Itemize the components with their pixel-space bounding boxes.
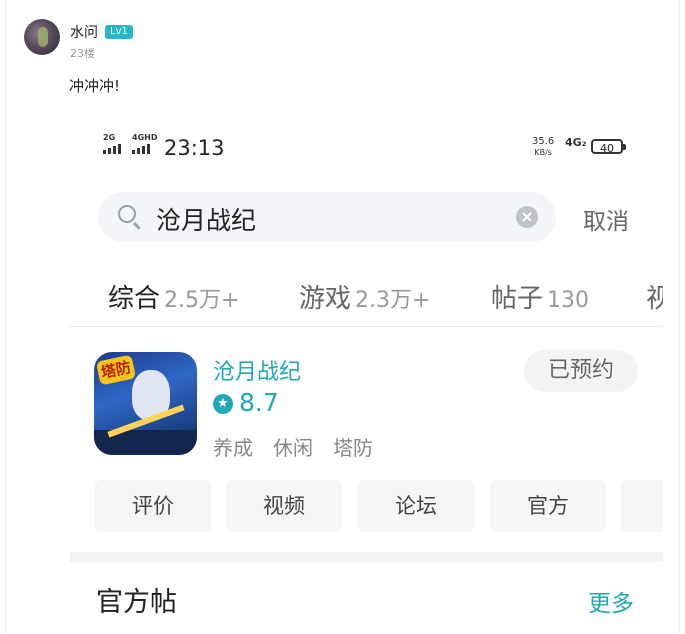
network-speed: 35.6 KB/s — [532, 136, 554, 158]
quick-links: 评价 视频 论坛 官方 测 — [95, 480, 663, 532]
chip-videos[interactable]: 视频 — [226, 480, 342, 532]
tab-count: 2.5万+ — [164, 288, 240, 313]
signal-bars-icon — [132, 144, 150, 154]
post-text: 冲冲冲! — [69, 77, 121, 95]
tab-games[interactable]: 游戏 2.3万+ — [299, 278, 430, 315]
avatar[interactable] — [24, 19, 60, 55]
tab-label: 综合 — [108, 284, 161, 314]
level-badge: Lv1 — [105, 25, 133, 39]
game-rating: 8.7 — [239, 388, 279, 417]
chip-reviews[interactable]: 评价 — [95, 480, 211, 532]
result-tabs: 综合 2.5万+ 游戏 2.3万+ 帖子 130 视 — [70, 272, 663, 322]
section-title: 官方帖 — [96, 587, 177, 618]
tab-label: 帖子 — [491, 284, 544, 314]
cancel-button[interactable]: 取消 — [583, 202, 629, 236]
search-bar[interactable]: 沧月战纪 × — [98, 192, 556, 242]
tab-count: 2.3万+ — [355, 288, 431, 313]
status-time: 23:13 — [164, 136, 225, 160]
tab-videos[interactable]: 视 — [646, 278, 663, 315]
game-tags: 养成 休闲 塔防 — [213, 432, 373, 461]
floor-number: 23楼 — [70, 47, 95, 60]
tab-label: 游戏 — [299, 284, 352, 314]
chip-test[interactable]: 测 — [621, 480, 663, 532]
tab-label: 视 — [646, 284, 663, 314]
frame-border-left — [5, 0, 6, 634]
sim1-label: 2G — [103, 133, 116, 142]
tag[interactable]: 养成 — [213, 432, 253, 461]
reserved-button[interactable]: 已预约 — [524, 350, 638, 392]
chip-forum[interactable]: 论坛 — [358, 480, 474, 532]
signal-bars-icon — [103, 144, 121, 154]
sim2-label: 4GHD — [132, 133, 158, 142]
frame-border-right — [679, 0, 680, 634]
game-title[interactable]: 沧月战纪 — [213, 354, 301, 386]
tab-posts[interactable]: 帖子 130 — [491, 278, 589, 315]
tab-all[interactable]: 综合 2.5万+ — [108, 278, 239, 315]
search-input[interactable]: 沧月战纪 — [156, 201, 256, 237]
clear-icon[interactable]: × — [516, 206, 538, 228]
status-bar: 2G 4GHD 23:13 35.6 KB/s 4G₂ 40 — [70, 122, 663, 172]
chip-official[interactable]: 官方 — [490, 480, 606, 532]
more-link[interactable]: 更多 — [588, 584, 634, 618]
network-speed-value: 35.6 — [532, 136, 555, 147]
tag[interactable]: 塔防 — [333, 432, 373, 461]
username[interactable]: 水问 — [70, 22, 98, 42]
embedded-screenshot: 2G 4GHD 23:13 35.6 KB/s 4G₂ 40 沧月战纪 × 取消… — [70, 122, 663, 634]
icon-badge: 塔防 — [95, 354, 137, 386]
section-separator — [70, 552, 663, 562]
tabs-divider — [70, 326, 663, 327]
tag[interactable]: 休闲 — [273, 432, 313, 461]
battery-icon: 40 — [591, 139, 626, 155]
tab-count: 130 — [547, 288, 590, 313]
network-speed-unit: KB/s — [534, 148, 552, 157]
battery-level: 40 — [600, 142, 614, 155]
star-icon: ★ — [213, 394, 233, 414]
network-type: 4G₂ — [565, 136, 587, 149]
search-icon — [118, 205, 136, 223]
game-icon[interactable]: 塔防 — [94, 352, 197, 455]
